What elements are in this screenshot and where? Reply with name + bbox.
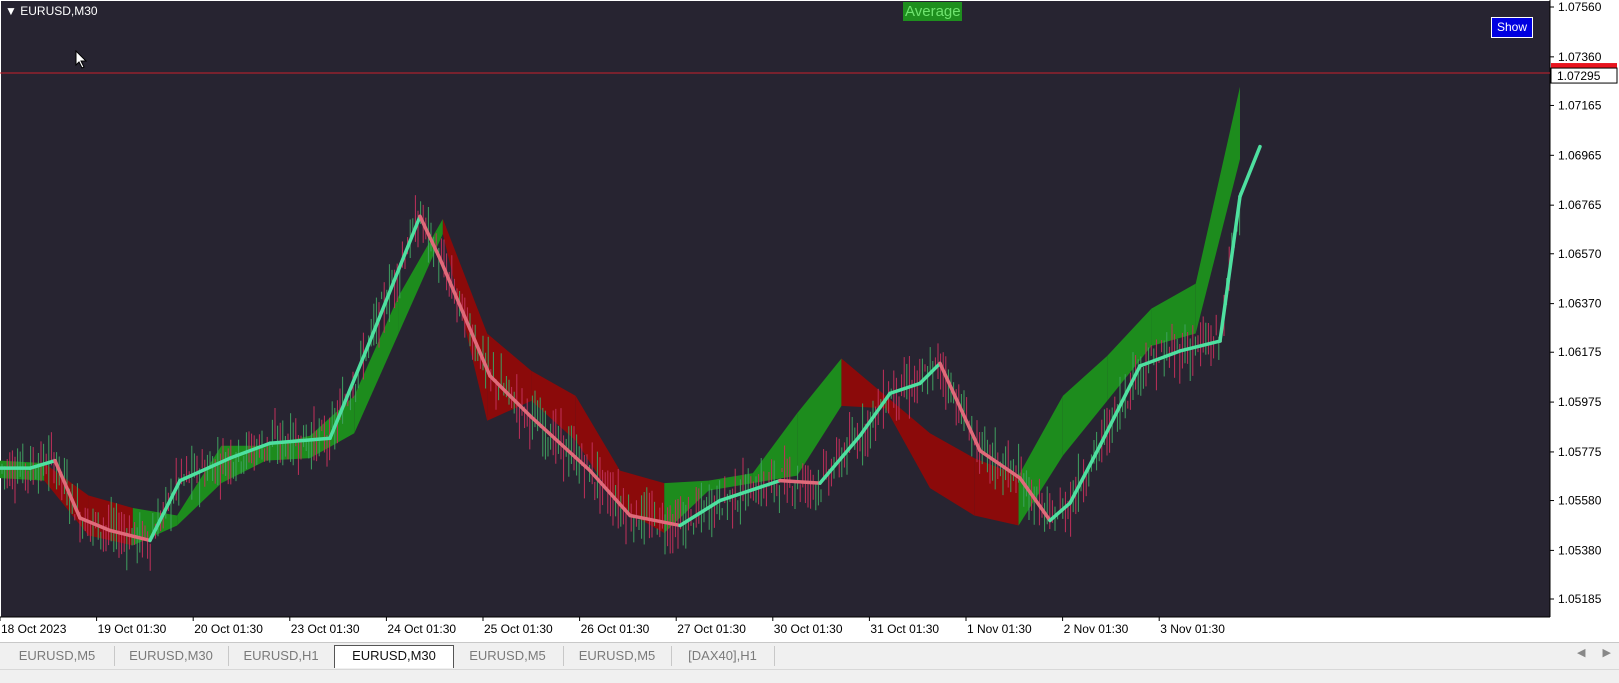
chart-tab[interactable]: EURUSD,M5 [0, 646, 115, 666]
collapse-triangle-icon[interactable]: ▼ [5, 4, 17, 18]
trend-line-segment [778, 478, 822, 485]
indicator-label: Average [903, 2, 962, 21]
chart-tab[interactable]: [DAX40],H1 [671, 646, 775, 666]
time-tick-label: 25 Oct 01:30 [484, 622, 553, 636]
time-tick-label: 2 Nov 01:30 [1064, 622, 1129, 636]
chart-background [1, 1, 1550, 617]
cloud-segment [0, 460, 45, 481]
chart-tab[interactable]: EURUSD,M5 [452, 646, 564, 666]
chart-tab[interactable]: EURUSD,H1 [228, 646, 335, 666]
price-tick-label: 1.06570 [1558, 247, 1602, 261]
status-bar [0, 669, 1619, 683]
price-tick-label: 1.05580 [1558, 494, 1602, 508]
price-tick-label: 1.07360 [1558, 50, 1602, 64]
price-tick-label: 1.05775 [1558, 445, 1602, 459]
price-tick-label: 1.07560 [1558, 0, 1602, 14]
price-tick-label: 1.06175 [1558, 345, 1602, 359]
mouse-cursor-icon [75, 50, 88, 69]
price-tick-label: 1.05380 [1558, 543, 1602, 557]
tab-scroll-arrows: ◀ ▶ [1563, 646, 1611, 659]
time-tick-label: 1 Nov 01:30 [967, 622, 1032, 636]
price-tick-label: 1.06965 [1558, 148, 1602, 162]
time-tick-label: 18 Oct 2023 [1, 622, 67, 636]
scroll-right-icon[interactable]: ▶ [1603, 647, 1611, 659]
scroll-left-icon[interactable]: ◀ [1577, 647, 1585, 659]
chart-symbol-label: ▼ EURUSD,M30 [5, 4, 98, 18]
time-tick-label: 27 Oct 01:30 [677, 622, 746, 636]
current-price-label: 1.07295 [1557, 69, 1601, 83]
time-tick-label: 30 Oct 01:30 [774, 622, 843, 636]
chart-area[interactable]: 1.07560 1.07360 1.07165 1.06965 1.06765 1.065… [0, 0, 1619, 642]
time-tick-label: 26 Oct 01:30 [581, 622, 650, 636]
show-button[interactable]: Show [1491, 17, 1533, 38]
chart-title: EURUSD,M30 [20, 4, 98, 18]
current-price-flag [1551, 63, 1617, 69]
price-chart[interactable]: 1.07560 1.07360 1.07165 1.06965 1.06765 1.065… [0, 0, 1619, 642]
price-tick-label: 1.05975 [1558, 395, 1602, 409]
time-tick-label: 24 Oct 01:30 [387, 622, 456, 636]
time-tick-label: 3 Nov 01:30 [1160, 622, 1225, 636]
chart-tab[interactable]: EURUSD,M30 [114, 646, 229, 666]
chart-tab[interactable]: EURUSD,M30 [334, 645, 454, 668]
time-tick-label: 19 Oct 01:30 [98, 622, 167, 636]
chart-tab[interactable]: EURUSD,M5 [563, 646, 672, 666]
price-tick-label: 1.06370 [1558, 297, 1602, 311]
chart-tab-bar: EURUSD,M5 EURUSD,M30 EURUSD,H1 EURUSD,M30 EU… [0, 642, 1619, 669]
time-tick-label: 31 Oct 01:30 [870, 622, 939, 636]
time-tick-label: 23 Oct 01:30 [291, 622, 360, 636]
price-tick-label: 1.06765 [1558, 198, 1602, 212]
price-tick-label: 1.07165 [1558, 98, 1602, 112]
time-tick-label: 20 Oct 01:30 [194, 622, 263, 636]
price-tick-label: 1.05185 [1558, 592, 1602, 606]
